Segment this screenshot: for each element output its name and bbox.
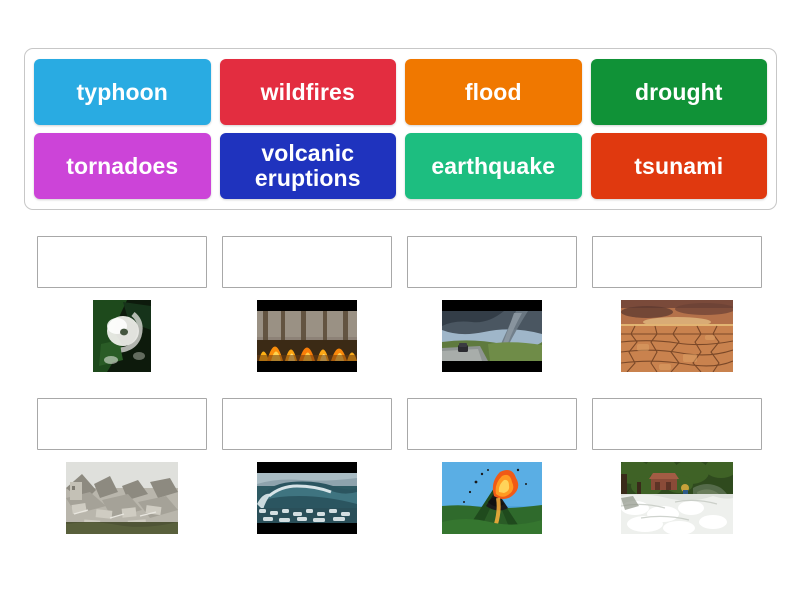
word-tile-earthquake[interactable]: earthquake: [405, 133, 582, 199]
word-tile-label: drought: [634, 78, 723, 105]
thumbnail-wrapper: [37, 300, 207, 376]
answer-cell-wildfires: [222, 236, 392, 376]
word-tile-typhoon[interactable]: typhoon: [34, 59, 211, 125]
word-tile-label: wildfires: [260, 78, 355, 105]
tsunami-wave-image: [257, 462, 357, 534]
answer-cell-tornadoes: [407, 236, 577, 376]
word-tile-label: tsunami: [634, 152, 724, 179]
drop-zone[interactable]: [592, 398, 762, 450]
word-tile-flood[interactable]: flood: [405, 59, 582, 125]
thumbnail-wrapper: [407, 462, 577, 538]
drop-zone[interactable]: [37, 398, 207, 450]
drop-zone[interactable]: [407, 398, 577, 450]
answer-row-2: [37, 398, 763, 538]
activity-root: typhoon wildfires flood drought tornadoe…: [0, 0, 800, 600]
thumbnail-wrapper: [37, 462, 207, 538]
word-bank-row-1: typhoon wildfires flood drought: [34, 59, 767, 125]
earthquake-rubble-image: [66, 462, 178, 534]
thumbnail-wrapper: [407, 300, 577, 376]
word-tile-tsunami[interactable]: tsunami: [590, 133, 767, 199]
word-tile-wildfires[interactable]: wildfires: [219, 59, 396, 125]
answer-cell-volcanic-eruptions: [407, 398, 577, 538]
word-tile-tornadoes[interactable]: tornadoes: [34, 133, 211, 199]
thumbnail-wrapper: [222, 462, 392, 538]
drought-cracked-earth-image: [621, 300, 733, 372]
answer-grid: [37, 236, 763, 560]
thumbnail-wrapper: [222, 300, 392, 376]
wildfire-forest-image: [257, 300, 357, 372]
word-tile-label: earthquake: [431, 152, 556, 179]
drop-zone[interactable]: [592, 236, 762, 288]
answer-cell-flood: [592, 398, 762, 538]
answer-cell-typhoon: [37, 236, 207, 376]
word-tile-drought[interactable]: drought: [590, 59, 767, 125]
flood-river-image: [621, 462, 733, 534]
tornado-road-image: [442, 300, 542, 372]
answer-cell-tsunami: [222, 398, 392, 538]
drop-zone[interactable]: [407, 236, 577, 288]
drop-zone[interactable]: [222, 398, 392, 450]
word-tile-label: volcanic eruptions: [254, 140, 361, 191]
word-tile-label: tornadoes: [66, 152, 179, 179]
volcanic-eruption-image: [442, 462, 542, 534]
thumbnail-wrapper: [592, 462, 762, 538]
drop-zone[interactable]: [222, 236, 392, 288]
answer-cell-earthquake: [37, 398, 207, 538]
answer-cell-drought: [592, 236, 762, 376]
answer-row-1: [37, 236, 763, 376]
word-tile-label: flood: [464, 78, 522, 105]
typhoon-satellite-image: [93, 300, 151, 372]
word-tile-volcanic-eruptions[interactable]: volcanic eruptions: [219, 133, 396, 199]
drop-zone[interactable]: [37, 236, 207, 288]
word-bank-container: typhoon wildfires flood drought tornadoe…: [24, 48, 777, 210]
thumbnail-wrapper: [592, 300, 762, 376]
word-tile-label: typhoon: [76, 78, 168, 105]
word-bank-row-2: tornadoes volcanic eruptions earthquake …: [34, 133, 767, 199]
